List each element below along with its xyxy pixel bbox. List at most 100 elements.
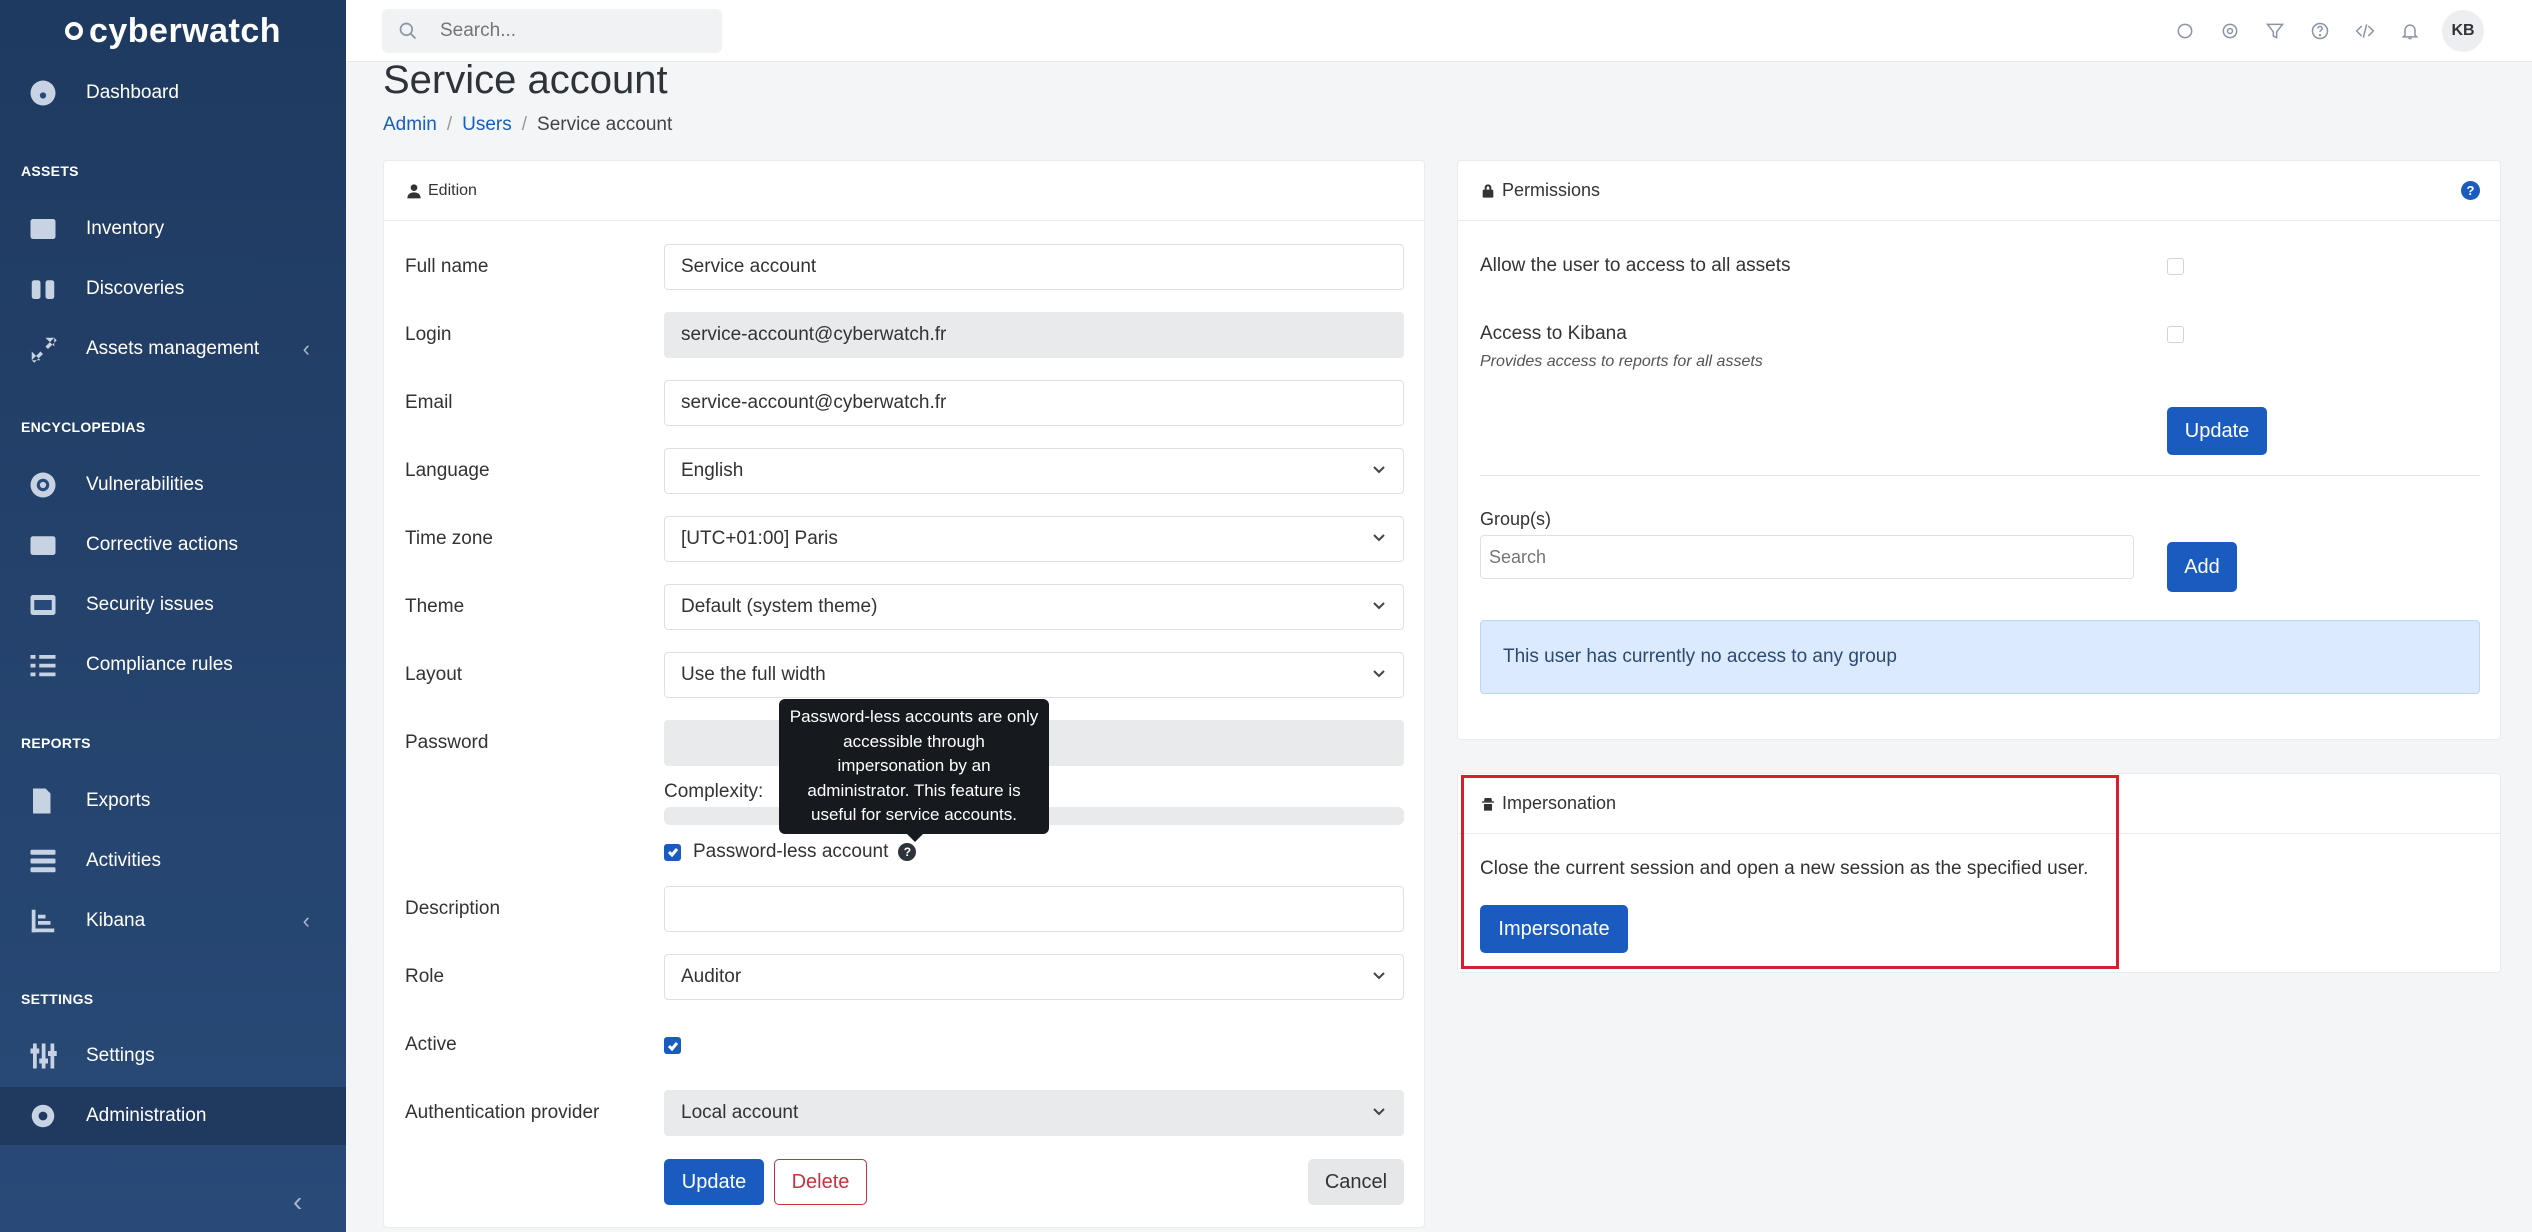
sidebar-item-label: Administration bbox=[86, 1105, 207, 1126]
target-icon bbox=[26, 470, 60, 500]
section-assets: ASSETS bbox=[21, 163, 79, 179]
sidebar-item-security-issues[interactable]: Security issues bbox=[0, 576, 346, 634]
theme-select[interactable]: Default (system theme) bbox=[664, 584, 1404, 630]
sliders-icon bbox=[26, 1041, 60, 1071]
kibana-access-hint: Provides access to reports for all asset… bbox=[1480, 353, 1763, 370]
help-icon[interactable] bbox=[2297, 21, 2342, 41]
chevron-down-icon bbox=[1371, 1103, 1385, 1117]
email-label: Email bbox=[405, 392, 453, 413]
breadcrumb-separator: / bbox=[446, 114, 453, 135]
auth-provider-label: Authentication provider bbox=[405, 1102, 600, 1123]
email-field[interactable]: service-account@cyberwatch.fr bbox=[664, 380, 1404, 426]
sidebar-item-assets-management[interactable]: Assets management ‹ bbox=[0, 320, 346, 378]
edition-card: Edition Full name Service account Login … bbox=[383, 160, 1425, 1228]
complexity-label: Complexity: bbox=[664, 781, 764, 802]
cancel-button[interactable]: Cancel bbox=[1308, 1159, 1404, 1205]
sidebar-item-corrective-actions[interactable]: Corrective actions bbox=[0, 516, 346, 574]
sidebar-item-label: Corrective actions bbox=[86, 534, 239, 555]
sidebar-item-label: Assets management bbox=[86, 338, 260, 359]
status-circle-icon[interactable] bbox=[2162, 21, 2207, 41]
passwordless-label: Password-less account bbox=[693, 841, 889, 862]
brand-logo[interactable]: cyberwatch bbox=[0, 0, 346, 62]
filter-icon[interactable] bbox=[2252, 21, 2297, 41]
divider bbox=[1480, 475, 2480, 476]
permissions-card-header: Permissions ? bbox=[1458, 161, 2500, 221]
binoculars-icon bbox=[26, 274, 60, 304]
chevron-down-icon bbox=[1371, 665, 1385, 679]
edition-title: Edition bbox=[428, 181, 477, 199]
password-label: Password bbox=[405, 732, 489, 753]
box-icon bbox=[26, 530, 60, 560]
chevron-down-icon bbox=[1371, 597, 1385, 611]
all-assets-checkbox[interactable] bbox=[2167, 258, 2184, 275]
chevron-left-icon: ‹ bbox=[302, 908, 310, 933]
breadcrumb-users[interactable]: Users bbox=[462, 114, 512, 135]
update-button[interactable]: Update bbox=[664, 1159, 764, 1205]
bell-icon[interactable] bbox=[2387, 21, 2432, 41]
help-icon[interactable]: ? bbox=[2461, 181, 2480, 200]
sidebar-item-label: Kibana bbox=[86, 910, 146, 931]
timezone-value: [UTC+01:00] Paris bbox=[681, 528, 838, 549]
expand-icon bbox=[26, 334, 60, 364]
sidebar-item-exports[interactable]: Exports bbox=[0, 772, 346, 830]
theme-value: Default (system theme) bbox=[681, 596, 878, 617]
groups-search-input[interactable] bbox=[1480, 535, 2134, 579]
sidebar-item-inventory[interactable]: Inventory bbox=[0, 200, 346, 258]
active-checkbox[interactable] bbox=[664, 1037, 681, 1054]
section-settings: SETTINGS bbox=[21, 991, 94, 1007]
delete-button[interactable]: Delete bbox=[774, 1159, 867, 1205]
gear-icon bbox=[26, 1101, 60, 1131]
global-search[interactable] bbox=[382, 9, 722, 53]
sidebar-item-settings[interactable]: Settings bbox=[0, 1027, 346, 1085]
sidebar-item-compliance-rules[interactable]: Compliance rules bbox=[0, 636, 346, 694]
passwordless-checkbox[interactable] bbox=[664, 843, 681, 861]
terminal-icon bbox=[26, 590, 60, 620]
page-title: Service account bbox=[383, 58, 668, 102]
kibana-access-checkbox[interactable] bbox=[2167, 326, 2184, 343]
brand-name: cyberwatch bbox=[88, 11, 282, 50]
highlight-box bbox=[1461, 775, 2119, 969]
sidebar-item-vulnerabilities[interactable]: Vulnerabilities bbox=[0, 456, 346, 514]
language-select[interactable]: English bbox=[664, 448, 1404, 494]
dashboard-icon bbox=[26, 78, 60, 108]
sidebar-item-discoveries[interactable]: Discoveries bbox=[0, 260, 346, 318]
passwordless-tooltip: Password-less accounts are only accessib… bbox=[779, 699, 1049, 842]
logo-ring-icon bbox=[64, 22, 83, 40]
activity-list-icon bbox=[26, 846, 60, 876]
permissions-card: Permissions ? Allow the user to access t… bbox=[1457, 160, 2501, 740]
description-field[interactable] bbox=[664, 886, 1404, 932]
code-icon[interactable] bbox=[2342, 21, 2387, 41]
sidebar-item-label: Activities bbox=[86, 850, 161, 871]
login-label: Login bbox=[405, 324, 452, 345]
sidebar-item-label: Security issues bbox=[86, 594, 214, 615]
sidebar-item-kibana[interactable]: Kibana ‹ bbox=[0, 892, 346, 950]
auth-provider-select: Local account bbox=[664, 1090, 1404, 1136]
checklist-icon bbox=[26, 650, 60, 680]
help-circle-icon[interactable]: ? bbox=[898, 843, 917, 861]
edition-card-header: Edition bbox=[384, 161, 1424, 221]
settings-gear-icon[interactable] bbox=[2207, 21, 2252, 41]
sidebar-item-activities[interactable]: Activities bbox=[0, 832, 346, 890]
section-reports: REPORTS bbox=[21, 735, 91, 751]
user-icon bbox=[407, 183, 421, 198]
chevron-left-icon: ‹ bbox=[302, 336, 310, 361]
sidebar-item-dashboard[interactable]: Dashboard bbox=[0, 64, 346, 122]
full-name-field[interactable]: Service account bbox=[664, 244, 1404, 290]
chevron-down-icon bbox=[1371, 529, 1385, 543]
permissions-update-button[interactable]: Update bbox=[2167, 407, 2267, 455]
sidebar-collapse-button[interactable]: ‹ bbox=[293, 1186, 302, 1218]
theme-label: Theme bbox=[405, 596, 465, 617]
description-label: Description bbox=[405, 898, 501, 919]
breadcrumb-admin[interactable]: Admin bbox=[383, 114, 437, 135]
no-group-alert: This user has currently no access to any… bbox=[1480, 620, 2480, 694]
sidebar-item-administration[interactable]: Administration bbox=[0, 1087, 346, 1145]
timezone-select[interactable]: [UTC+01:00] Paris bbox=[664, 516, 1404, 562]
all-assets-label: Allow the user to access to all assets bbox=[1480, 255, 1791, 276]
breadcrumb-current: Service account bbox=[537, 114, 673, 135]
search-input[interactable] bbox=[440, 20, 700, 42]
role-select[interactable]: Auditor bbox=[664, 954, 1404, 1000]
avatar[interactable]: KB bbox=[2442, 10, 2484, 52]
layout-select[interactable]: Use the full width bbox=[664, 652, 1404, 698]
add-group-button[interactable]: Add bbox=[2167, 542, 2237, 592]
chevron-down-icon bbox=[1371, 461, 1385, 475]
